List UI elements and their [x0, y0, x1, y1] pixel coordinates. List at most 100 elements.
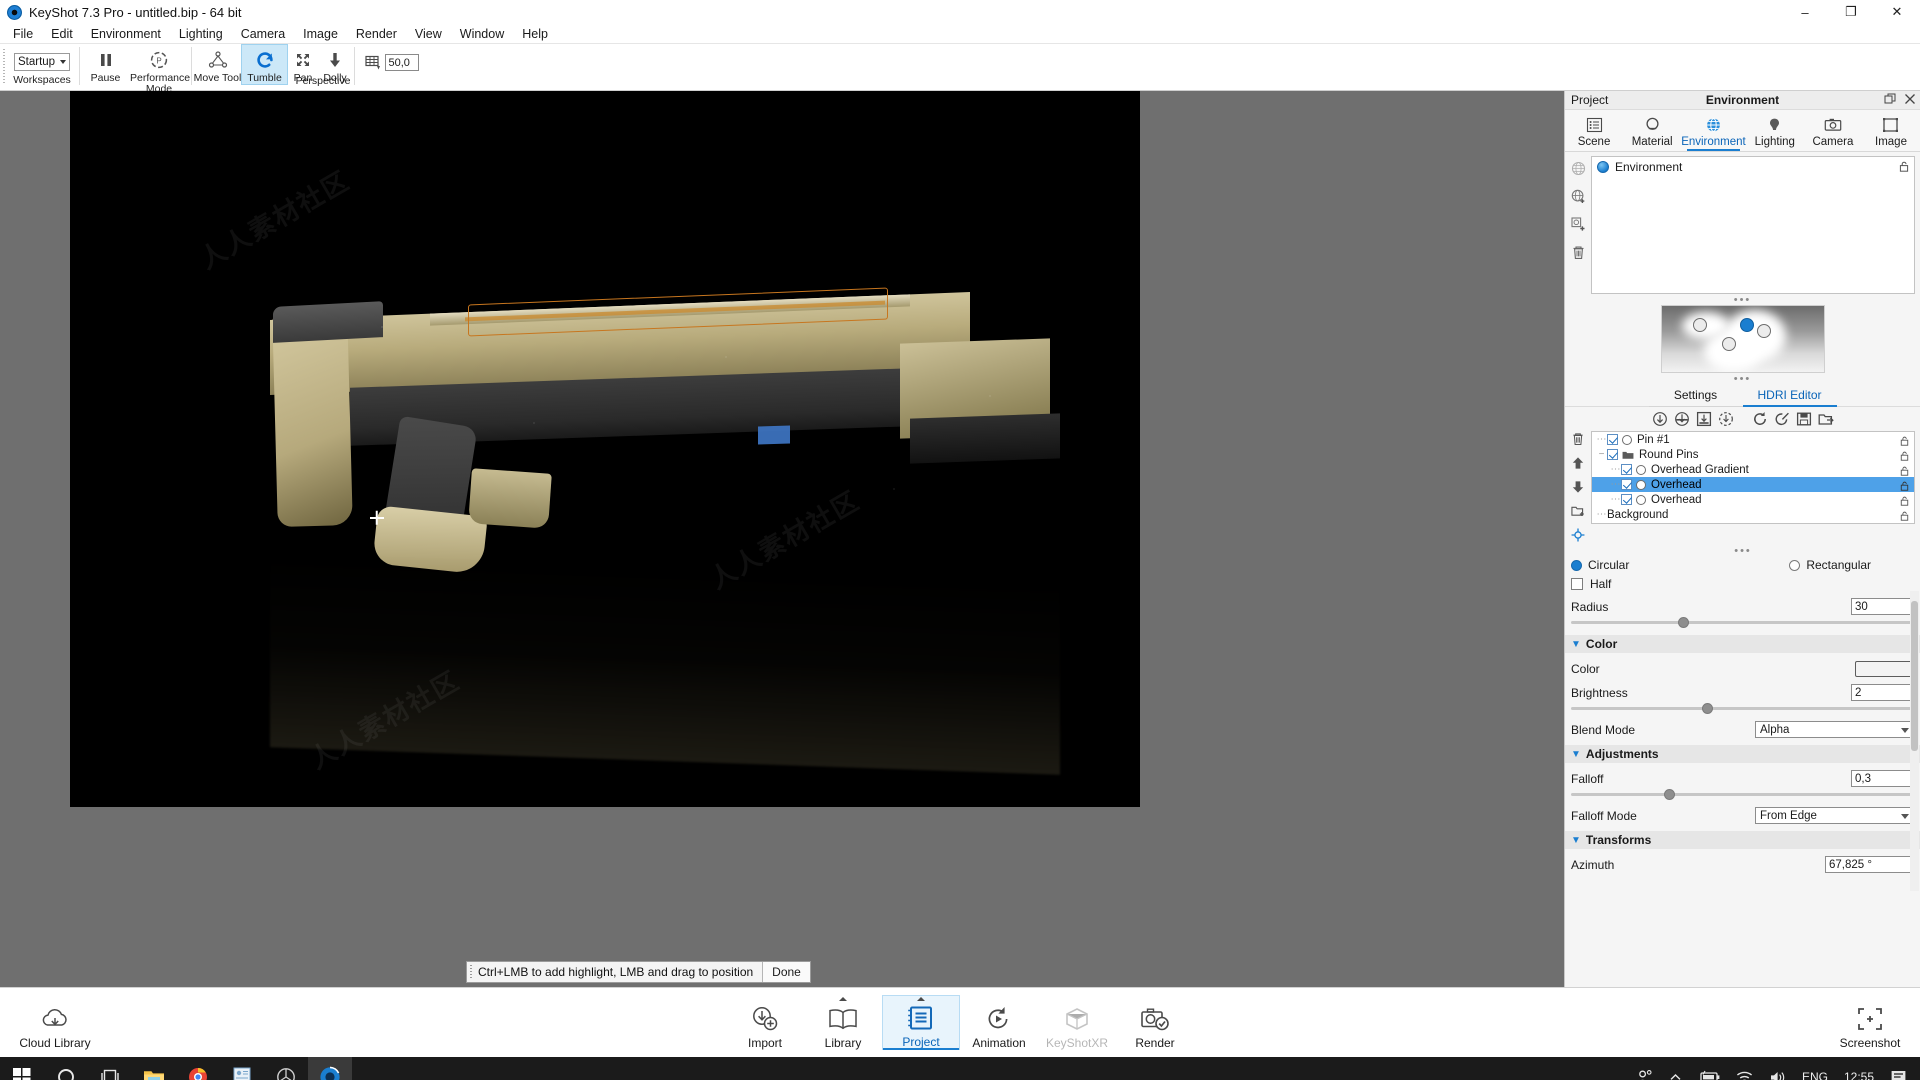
- brightness-slider[interactable]: [1571, 702, 1915, 714]
- brightness-slider-knob[interactable]: [1701, 703, 1713, 714]
- folder-visibility-checkbox[interactable]: [1607, 449, 1618, 460]
- eraser-icon[interactable]: [1774, 411, 1790, 430]
- pause-button[interactable]: Pause: [82, 44, 129, 84]
- move-tool-button[interactable]: Move Tool: [194, 44, 241, 84]
- pin-visibility-checkbox[interactable]: [1621, 464, 1632, 475]
- list-item[interactable]: − Round Pins: [1592, 447, 1914, 462]
- toolbar-grip[interactable]: [0, 47, 7, 85]
- wifi-icon[interactable]: [1729, 1057, 1760, 1080]
- animation-button[interactable]: Animation: [960, 996, 1038, 1050]
- hdri-pin-1[interactable]: [1692, 318, 1707, 332]
- radius-slider-knob[interactable]: [1677, 617, 1689, 628]
- menu-lighting[interactable]: Lighting: [170, 25, 232, 43]
- move-up-icon[interactable]: [1571, 456, 1585, 473]
- pins-listbox[interactable]: ⋯ Pin #1 − Round Pins ⋯ Overhead Gradien…: [1591, 431, 1915, 524]
- screenshot-button[interactable]: Screenshot: [1830, 996, 1910, 1050]
- close-icon[interactable]: ✕: [1874, 0, 1920, 24]
- menu-render[interactable]: Render: [347, 25, 406, 43]
- globe-add-icon[interactable]: [1571, 189, 1586, 207]
- radio-rectangular[interactable]: [1789, 559, 1801, 571]
- chrome-icon[interactable]: [176, 1057, 220, 1080]
- cortana-search-icon[interactable]: [44, 1057, 88, 1080]
- sub-tab-hdri-editor[interactable]: HDRI Editor: [1742, 386, 1837, 407]
- notes-icon[interactable]: [220, 1057, 264, 1080]
- menu-help[interactable]: Help: [513, 25, 557, 43]
- render-viewport[interactable]: [70, 91, 1140, 807]
- hdri-preview-drag-dots[interactable]: •••: [1734, 295, 1752, 306]
- half-checkbox[interactable]: [1571, 578, 1583, 590]
- battery-icon[interactable]: [1691, 1057, 1727, 1080]
- hdri-preview[interactable]: [1660, 305, 1825, 373]
- transforms-section-header[interactable]: ▼ Transforms: [1565, 831, 1920, 849]
- keyshotxr-button[interactable]: KeyShotXR: [1038, 996, 1116, 1050]
- pin-visibility-checkbox[interactable]: [1621, 479, 1632, 490]
- list-item[interactable]: ⋯ Overhead: [1592, 492, 1914, 507]
- list-item[interactable]: ⋯ Background: [1592, 507, 1914, 522]
- language-indicator[interactable]: ENG: [1795, 1057, 1835, 1080]
- chevron-up-icon[interactable]: [1662, 1057, 1689, 1080]
- perspective-control[interactable]: 50,0: [357, 44, 425, 75]
- radius-input[interactable]: 30: [1851, 598, 1915, 615]
- pin-sun-icon[interactable]: [1674, 411, 1690, 430]
- clock[interactable]: 12:55: [1837, 1057, 1881, 1080]
- panel-close-icon[interactable]: [1904, 93, 1916, 108]
- minimize-icon[interactable]: –: [1782, 0, 1828, 24]
- pin-rect-icon[interactable]: [1696, 411, 1712, 430]
- tree-expander[interactable]: −: [1596, 449, 1607, 460]
- save-icon[interactable]: [1796, 411, 1812, 430]
- folder-add-icon[interactable]: [1571, 504, 1585, 521]
- hdri-pin-3[interactable]: [1756, 324, 1771, 338]
- tab-material[interactable]: Material: [1623, 110, 1681, 151]
- import-button[interactable]: Import: [726, 996, 804, 1050]
- sub-tab-settings[interactable]: Settings: [1648, 386, 1743, 407]
- menu-edit[interactable]: Edit: [42, 25, 82, 43]
- list-item[interactable]: ⋯ Pin #1: [1592, 432, 1914, 447]
- list-item[interactable]: ⋯ Overhead: [1592, 477, 1914, 492]
- brightness-input[interactable]: 2: [1851, 684, 1915, 701]
- hdri-pin-selected[interactable]: [1739, 318, 1754, 332]
- file-explorer-icon[interactable]: [132, 1057, 176, 1080]
- falloff-mode-select[interactable]: From Edge: [1755, 807, 1915, 824]
- keyshot-icon[interactable]: [308, 1057, 352, 1080]
- pin-dashed-icon[interactable]: [1718, 411, 1734, 430]
- move-down-icon[interactable]: [1571, 480, 1585, 497]
- list-item[interactable]: Environment: [1592, 157, 1914, 177]
- menu-camera[interactable]: Camera: [232, 25, 294, 43]
- pin-visibility-checkbox[interactable]: [1621, 494, 1632, 505]
- project-button[interactable]: Project: [882, 995, 960, 1050]
- task-view-icon[interactable]: [88, 1057, 132, 1080]
- panel-scrollbar[interactable]: [1910, 591, 1919, 891]
- radio-circular[interactable]: [1571, 559, 1582, 571]
- radius-slider[interactable]: [1571, 616, 1915, 628]
- workspaces-control[interactable]: Startup Workspaces: [7, 44, 77, 86]
- windows-start-icon[interactable]: [0, 1057, 44, 1080]
- volume-icon[interactable]: [1762, 1057, 1793, 1080]
- undock-icon[interactable]: [1884, 93, 1896, 108]
- menu-view[interactable]: View: [406, 25, 451, 43]
- performance-mode-button[interactable]: P Performance Mode: [129, 44, 190, 94]
- menu-image[interactable]: Image: [294, 25, 347, 43]
- refresh-icon[interactable]: [1752, 411, 1768, 430]
- falloff-input[interactable]: 0,3: [1851, 770, 1915, 787]
- globe-duplicate-icon[interactable]: [1570, 217, 1586, 235]
- falloff-slider-knob[interactable]: [1663, 789, 1675, 800]
- environment-listbox[interactable]: Environment: [1591, 156, 1915, 294]
- hud-grip[interactable]: [467, 962, 475, 982]
- menu-environment[interactable]: Environment: [82, 25, 170, 43]
- menu-file[interactable]: File: [4, 25, 42, 43]
- adjustments-section-header[interactable]: ▼ Adjustments: [1565, 745, 1920, 763]
- pin-visibility-checkbox[interactable]: [1607, 434, 1618, 445]
- workspace-select[interactable]: Startup: [14, 53, 70, 71]
- list-item[interactable]: ⋯ Overhead Gradient: [1592, 462, 1914, 477]
- globe-icon[interactable]: [1571, 161, 1586, 179]
- tab-scene[interactable]: Scene: [1565, 110, 1623, 151]
- hud-done-button[interactable]: Done: [762, 962, 810, 982]
- people-icon[interactable]: [1629, 1057, 1660, 1080]
- hdri-pin-4[interactable]: [1721, 337, 1736, 351]
- notification-icon[interactable]: [1883, 1057, 1914, 1080]
- tab-lighting[interactable]: Lighting: [1746, 110, 1804, 151]
- azimuth-input[interactable]: 67,825 °: [1825, 856, 1915, 873]
- tab-image[interactable]: Image: [1862, 110, 1920, 151]
- save-as-icon[interactable]: [1818, 411, 1834, 430]
- render-button[interactable]: Render: [1116, 996, 1194, 1050]
